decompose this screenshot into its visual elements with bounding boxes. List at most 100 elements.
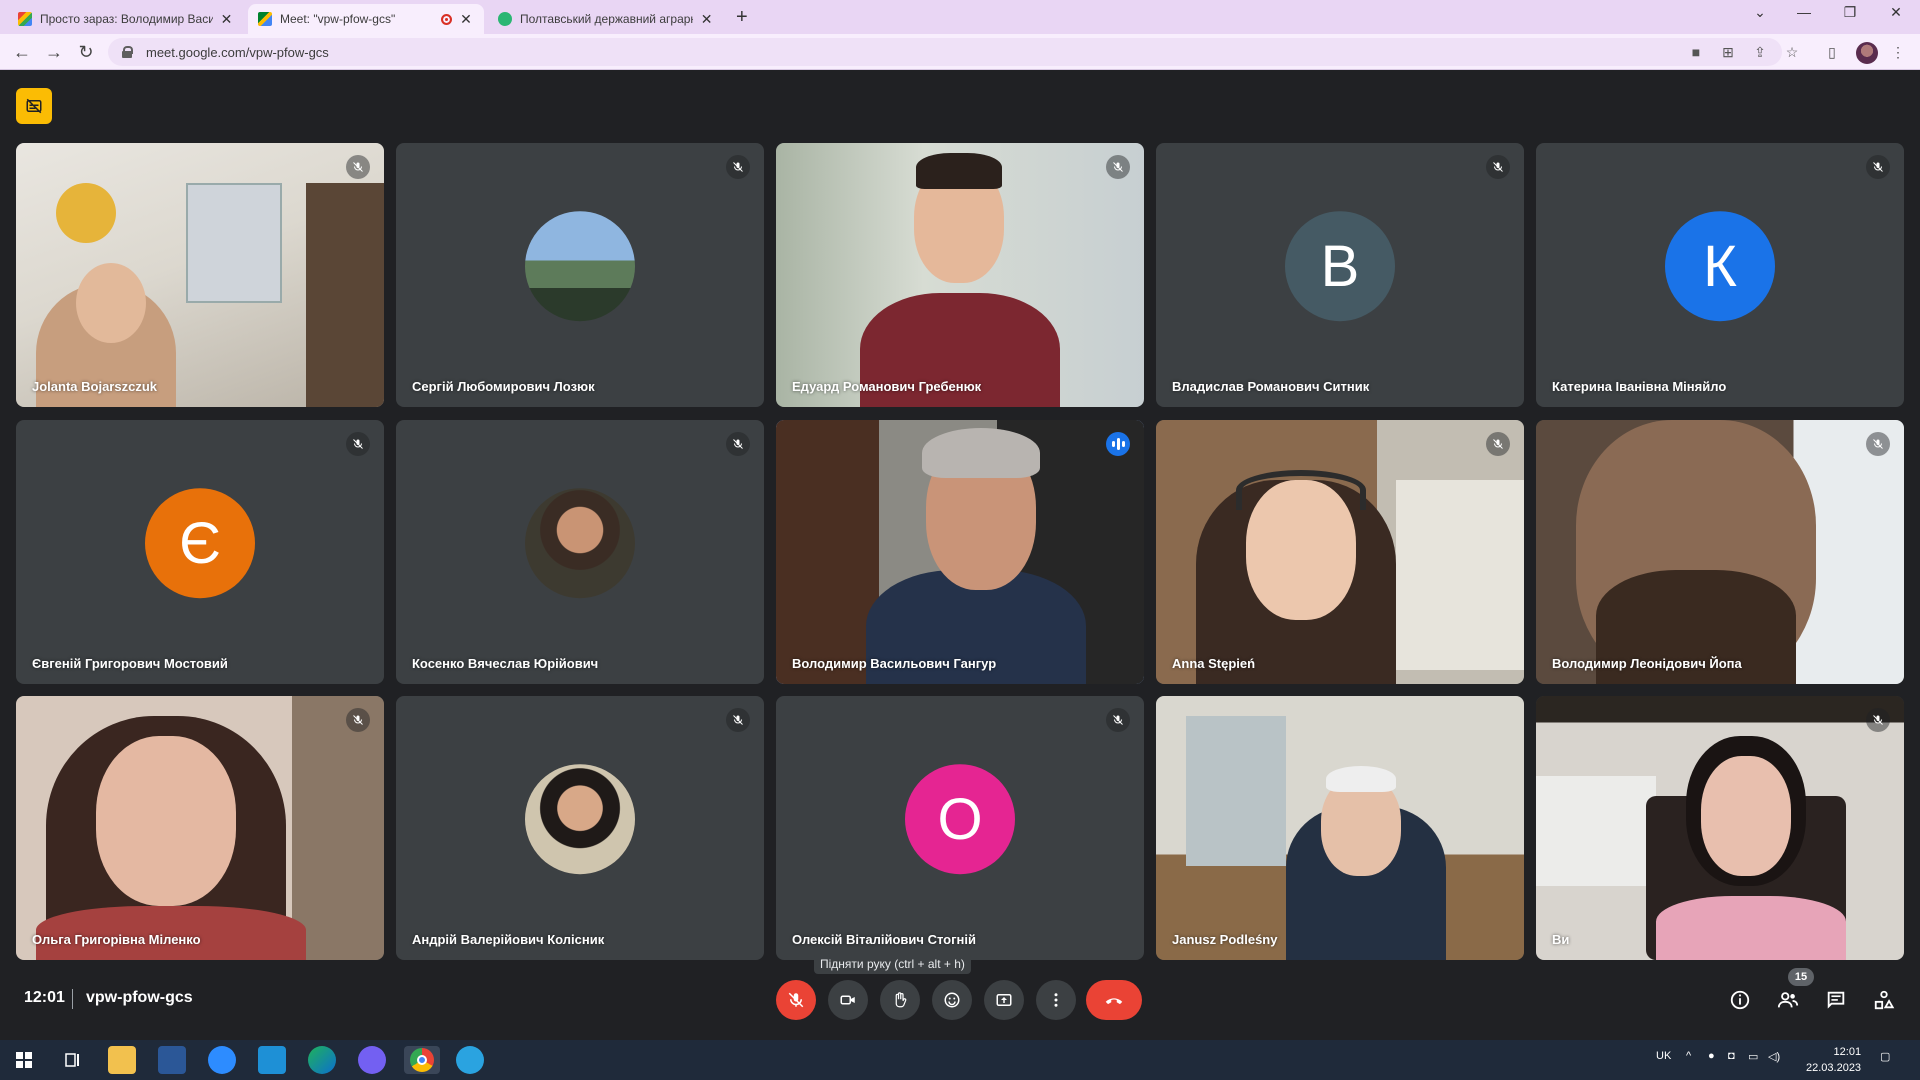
speaking-indicator-icon xyxy=(1106,432,1130,456)
participant-name: Владислав Романович Ситник xyxy=(1172,379,1370,394)
call-end-icon xyxy=(1105,998,1123,1005)
participant-avatar xyxy=(525,488,635,599)
participant-tile[interactable]: Едуард Романович Гребенюк xyxy=(776,143,1144,407)
meeting-details-button[interactable] xyxy=(1726,986,1754,1014)
address-bar[interactable]: meet.google.com/vpw-pfow-gcs xyxy=(108,38,1782,66)
participant-tile[interactable]: Андрій Валерійович Колісник xyxy=(396,696,764,960)
tab-search-icon[interactable]: ⌄ xyxy=(1740,4,1780,21)
leave-call-button[interactable] xyxy=(1086,980,1142,1020)
people-button[interactable] xyxy=(1774,986,1802,1014)
viber-icon[interactable] xyxy=(358,1046,386,1074)
people-icon xyxy=(1777,992,1799,1008)
divider xyxy=(72,989,73,1009)
participant-avatar: Є xyxy=(145,488,255,599)
participant-tile[interactable]: Ольга Григорівна Міленко xyxy=(16,696,384,960)
profile-avatar[interactable] xyxy=(1856,42,1878,64)
volume-icon[interactable]: ◁) xyxy=(1768,1050,1780,1063)
minimize-button[interactable]: — xyxy=(1784,4,1824,20)
participant-tile[interactable]: Володимир Леонідович Йопа xyxy=(1536,420,1904,684)
participant-video xyxy=(1536,696,1904,960)
participant-tile[interactable]: Jolanta Bojarszczuk xyxy=(16,143,384,407)
side-panel-icon[interactable]: ▯ xyxy=(1824,44,1840,60)
meeting-clock: 12:01 xyxy=(24,989,65,1006)
captions-off-button[interactable] xyxy=(16,88,52,124)
system-date: 22.03.2023 xyxy=(1806,1062,1862,1074)
raise-hand-button[interactable] xyxy=(880,980,920,1020)
tab-meet[interactable]: Meet: "vpw-pfow-gcs" ✕ xyxy=(248,4,484,34)
word-icon[interactable] xyxy=(158,1046,186,1074)
store-icon[interactable] xyxy=(258,1046,286,1074)
network-icon[interactable]: ▭ xyxy=(1748,1050,1758,1063)
microphone-tray-icon[interactable]: ● xyxy=(1708,1050,1715,1062)
site-icon xyxy=(498,12,512,26)
participant-tile[interactable]: Anna Stępień xyxy=(1156,420,1524,684)
file-explorer-icon[interactable] xyxy=(108,1046,136,1074)
participant-avatar: К xyxy=(1665,211,1775,322)
participant-tile[interactable]: Сергій Любомирович Лозюк xyxy=(396,143,764,407)
camera-toggle-button[interactable] xyxy=(828,980,868,1020)
tab-title: Полтавський державний аграрн... xyxy=(520,12,694,26)
participant-name: Євгеній Григорович Мостовий xyxy=(32,656,228,671)
participant-name: Janusz Podleśny xyxy=(1172,932,1278,947)
participant-tile[interactable]: Janusz Podleśny xyxy=(1156,696,1524,960)
mic-off-icon xyxy=(1866,155,1890,179)
bookmark-star-icon[interactable]: ☆ xyxy=(1784,44,1800,60)
activities-icon xyxy=(1874,990,1895,1010)
reload-button[interactable]: ↻ xyxy=(74,42,98,63)
forward-button[interactable]: → xyxy=(42,42,66,63)
participant-avatar xyxy=(525,211,635,322)
recording-icon xyxy=(441,13,452,25)
close-icon[interactable]: ✕ xyxy=(699,11,714,28)
participant-tile[interactable]: В Владислав Романович Ситник xyxy=(1156,143,1524,407)
edge-icon[interactable] xyxy=(308,1046,336,1074)
close-icon[interactable]: ✕ xyxy=(458,11,474,28)
notifications-icon[interactable]: ▢ xyxy=(1880,1050,1890,1063)
participant-name: Володимир Васильович Гангур xyxy=(792,656,997,671)
camera-in-use-icon[interactable]: ■ xyxy=(1688,44,1704,60)
mic-off-icon xyxy=(346,155,370,179)
reactions-button[interactable] xyxy=(932,980,972,1020)
back-button[interactable]: ← xyxy=(10,42,34,63)
mic-toggle-button[interactable] xyxy=(776,980,816,1020)
activities-button[interactable] xyxy=(1870,986,1898,1014)
hand-icon xyxy=(895,992,907,1008)
maximize-button[interactable]: ❐ xyxy=(1830,4,1870,21)
camera-tray-icon[interactable]: ◘ xyxy=(1728,1050,1735,1062)
share-icon[interactable]: ⇪ xyxy=(1752,44,1768,60)
close-icon[interactable]: ✕ xyxy=(219,11,234,28)
mic-off-icon xyxy=(1106,155,1130,179)
participant-video xyxy=(1156,420,1524,684)
captions-off-icon xyxy=(26,98,42,114)
chrome-icon[interactable] xyxy=(404,1046,440,1074)
participant-video xyxy=(776,420,1144,684)
tab-university[interactable]: Полтавський державний аграрн... ✕ xyxy=(488,4,724,34)
translate-icon[interactable]: ⊞ xyxy=(1720,44,1736,60)
tab-gmail[interactable]: Просто зараз: Володимир Васи... ✕ xyxy=(8,4,244,34)
start-button[interactable] xyxy=(10,1046,38,1074)
more-options-button[interactable] xyxy=(1036,980,1076,1020)
browser-tab-strip: Просто зараз: Володимир Васи... ✕ Meet: … xyxy=(0,0,1920,34)
chat-button[interactable] xyxy=(1822,986,1850,1014)
present-screen-button[interactable] xyxy=(984,980,1024,1020)
participant-tile[interactable]: Є Євгеній Григорович Мостовий xyxy=(16,420,384,684)
info-icon xyxy=(1730,990,1750,1010)
participant-tile-speaking[interactable]: Володимир Васильович Гангур xyxy=(776,420,1144,684)
camera-icon xyxy=(840,995,855,1005)
new-tab-button[interactable]: + xyxy=(736,6,748,29)
participant-name: Катерина Іванівна Міняйло xyxy=(1552,379,1727,394)
telegram-icon[interactable] xyxy=(456,1046,484,1074)
task-view-button[interactable] xyxy=(58,1046,86,1074)
participant-tile[interactable]: К Катерина Іванівна Міняйло xyxy=(1536,143,1904,407)
input-language[interactable]: UK xyxy=(1656,1050,1671,1062)
window-close-button[interactable]: ✕ xyxy=(1876,4,1916,21)
system-clock[interactable]: 12:01 22.03.2023 xyxy=(1806,1044,1861,1076)
tray-overflow-icon[interactable]: ^ xyxy=(1686,1050,1691,1062)
participant-tile-self[interactable]: Ви xyxy=(1536,696,1904,960)
menu-kebab-icon[interactable]: ⋮ xyxy=(1890,44,1906,60)
participant-name: Володимир Леонідович Йопа xyxy=(1552,656,1742,671)
participant-tile[interactable]: Косенко Вячеслав Юрійович xyxy=(396,420,764,684)
zoom-icon[interactable] xyxy=(208,1046,236,1074)
participant-video xyxy=(1156,696,1524,960)
participant-name: Сергій Любомирович Лозюк xyxy=(412,379,595,394)
participant-tile[interactable]: О Олексій Віталійович Стогній xyxy=(776,696,1144,960)
